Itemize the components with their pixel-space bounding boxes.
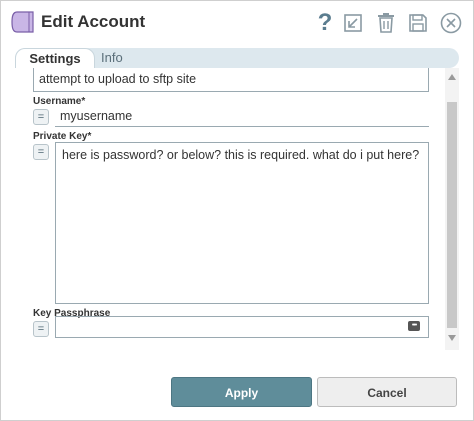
- scroll-up-arrow-icon[interactable]: [448, 74, 456, 80]
- key-passphrase-input[interactable]: •••: [55, 316, 429, 338]
- form-scrollbar[interactable]: [445, 68, 459, 350]
- help-icon[interactable]: ?: [313, 9, 337, 36]
- key-passphrase-expression-toggle[interactable]: =: [33, 321, 49, 337]
- edit-account-dialog: Edit Account ? Settings Info attempt to …: [0, 0, 474, 421]
- cancel-button[interactable]: Cancel: [317, 377, 457, 407]
- apply-button[interactable]: Apply: [171, 377, 312, 407]
- private-key-expression-toggle[interactable]: =: [33, 144, 49, 160]
- username-label: Username*: [33, 96, 86, 107]
- label-field[interactable]: attempt to upload to sftp site: [33, 68, 429, 92]
- settings-form: attempt to upload to sftp site Username*…: [15, 68, 459, 350]
- username-expression-toggle[interactable]: =: [33, 109, 49, 125]
- export-icon[interactable]: [341, 11, 365, 35]
- password-reveal-icon[interactable]: •••: [408, 321, 420, 331]
- tab-settings[interactable]: Settings: [15, 48, 95, 68]
- title-bar: Edit Account ?: [1, 1, 473, 45]
- trash-icon[interactable]: [374, 11, 398, 35]
- username-input[interactable]: myusername: [55, 107, 429, 127]
- dialog-title: Edit Account: [41, 12, 146, 31]
- close-icon[interactable]: [439, 11, 463, 35]
- tab-info[interactable]: Info: [101, 48, 123, 68]
- save-icon[interactable]: [406, 11, 430, 35]
- scroll-down-arrow-icon[interactable]: [448, 335, 456, 341]
- app-logo-icon: [11, 11, 34, 33]
- private-key-label: Private Key*: [33, 131, 92, 142]
- private-key-textarea[interactable]: here is password? or below? this is requ…: [55, 142, 429, 304]
- scrollbar-thumb[interactable]: [447, 102, 457, 328]
- tab-bar: Settings Info: [15, 48, 459, 68]
